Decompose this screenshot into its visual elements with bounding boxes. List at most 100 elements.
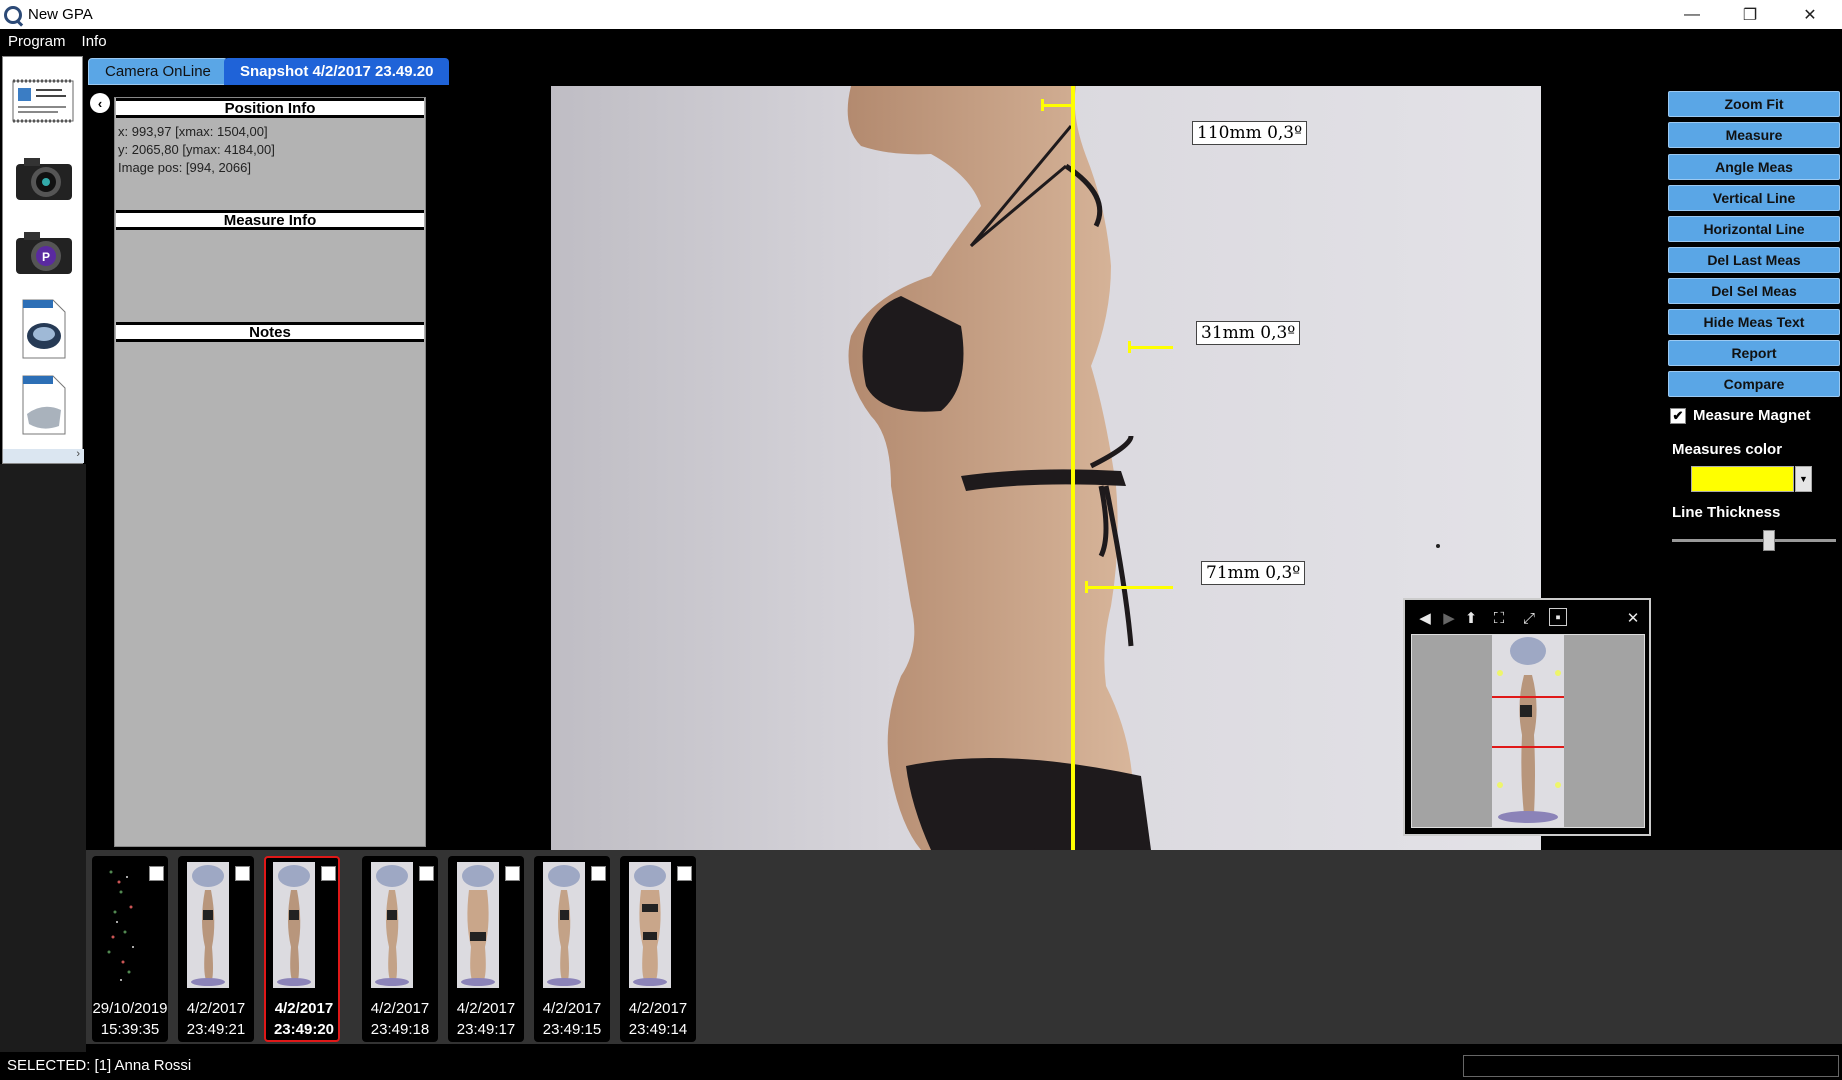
- dock-expand-strip[interactable]: ›: [3, 448, 84, 463]
- minimize-button[interactable]: —: [1663, 0, 1721, 29]
- nav-back-icon[interactable]: ◀: [1415, 608, 1435, 628]
- navigator-preview: [1492, 635, 1564, 827]
- pillow-document-icon: [22, 375, 66, 435]
- camera-p-icon: P: [16, 232, 72, 274]
- patient-card-icon: [12, 79, 74, 123]
- menu-info[interactable]: Info: [74, 33, 115, 50]
- angle-meas-button[interactable]: Angle Meas: [1668, 154, 1840, 180]
- menu-program[interactable]: Program: [0, 33, 74, 50]
- measure-button[interactable]: Measure: [1668, 122, 1840, 148]
- thumbnail-item[interactable]: 4/2/2017 23:49:15: [534, 856, 610, 1042]
- menu-bar: Program Info: [0, 29, 1842, 54]
- camera-button[interactable]: [10, 145, 76, 213]
- horizontal-line-button[interactable]: Horizontal Line: [1668, 216, 1840, 242]
- navigator-panel: ◀ ▶ ⬆ ⛶ ⤢ ▪ ✕: [1403, 598, 1651, 836]
- position-info-header: Position Info: [116, 98, 424, 118]
- scanner-document-button[interactable]: [10, 295, 76, 363]
- thumbnail-checkbox[interactable]: [149, 866, 164, 881]
- scanner-document-icon: [22, 299, 66, 359]
- notes-header: Notes: [116, 322, 424, 342]
- thumbnail-image: [187, 862, 229, 988]
- measure-magnet-checkbox[interactable]: ✔: [1670, 408, 1686, 424]
- title-bar: New GPA — ❐ ✕: [0, 0, 1842, 29]
- tab-snapshot[interactable]: Snapshot 4/2/2017 23.49.20: [224, 58, 450, 85]
- report-button[interactable]: Report: [1668, 340, 1840, 366]
- body-silhouette: [551, 86, 1541, 850]
- svg-text:P: P: [42, 250, 50, 264]
- chevron-down-icon[interactable]: ▼: [1795, 466, 1812, 492]
- snapshot-image[interactable]: 110mm 0,3º 31mm 0,3º 71mm 0,3º: [551, 86, 1541, 850]
- thumbnail-checkbox[interactable]: [505, 866, 520, 881]
- status-bar: SELECTED: [1] Anna Rossi: [0, 1052, 1842, 1080]
- position-y: y: 2065,80 [ymax: 4184,00]: [118, 142, 275, 157]
- measure-info-header: Measure Info: [116, 210, 424, 230]
- measure-line-3[interactable]: [1088, 586, 1173, 589]
- snapshot-thumbnail-bar: 29/10/2019 15:39:35 4/2/2017 23:49:21 4/…: [86, 850, 1842, 1044]
- thumbnail-time: 23:49:21: [186, 1021, 246, 1038]
- thumbnail-item[interactable]: 4/2/2017 23:49:14: [620, 856, 696, 1042]
- nav-close-icon[interactable]: ✕: [1623, 608, 1643, 628]
- info-panel: Position Info x: 993,97 [xmax: 1504,00] …: [114, 97, 426, 847]
- thumbnail-item[interactable]: 4/2/2017 23:49:17: [448, 856, 524, 1042]
- thumbnail-date: 4/2/2017: [628, 1000, 688, 1017]
- tab-camera-online[interactable]: Camera OnLine: [88, 58, 228, 85]
- position-x: x: 993,97 [xmax: 1504,00]: [118, 124, 268, 139]
- collapse-panel-button[interactable]: ‹: [90, 93, 110, 113]
- thumbnail-time: 23:49:14: [628, 1021, 688, 1038]
- measure-label-3[interactable]: 71mm 0,3º: [1201, 561, 1306, 585]
- measures-color-label: Measures color: [1672, 441, 1783, 458]
- thumbnail-checkbox[interactable]: [677, 866, 692, 881]
- measure-line-2[interactable]: [1131, 346, 1173, 349]
- notes-area[interactable]: [116, 345, 424, 845]
- thumbnail-image: [273, 862, 315, 988]
- restore-button[interactable]: ❐: [1721, 0, 1779, 29]
- vertical-reference-line[interactable]: [1071, 86, 1075, 850]
- dock-expand-arrow: ›: [76, 448, 80, 460]
- thumbnail-checkbox[interactable]: [321, 866, 336, 881]
- thumbnail-item[interactable]: 29/10/2019 15:39:35: [92, 856, 168, 1042]
- hide-meas-text-button[interactable]: Hide Meas Text: [1668, 309, 1840, 335]
- camera-p-button[interactable]: P: [10, 219, 76, 287]
- thumbnail-date: 4/2/2017: [456, 1000, 516, 1017]
- pillow-document-button[interactable]: [10, 371, 76, 439]
- left-dock: P ›: [2, 56, 84, 464]
- thumbnail-time: 23:49:17: [456, 1021, 516, 1038]
- thumbnail-date: 4/2/2017: [370, 1000, 430, 1017]
- thumbnail-checkbox[interactable]: [235, 866, 250, 881]
- thumbnail-item[interactable]: 4/2/2017 23:49:21: [178, 856, 254, 1042]
- measure-arrow-1: [1041, 99, 1049, 111]
- line-thickness-slider[interactable]: [1672, 539, 1836, 542]
- measures-color-select[interactable]: [1691, 466, 1794, 492]
- del-sel-meas-button[interactable]: Del Sel Meas: [1668, 278, 1840, 304]
- vertical-line-button[interactable]: Vertical Line: [1668, 185, 1840, 211]
- patient-card-button[interactable]: [10, 67, 76, 135]
- nav-expand-icon[interactable]: ⤢: [1519, 608, 1539, 628]
- thumbnail-image: [629, 862, 671, 988]
- compare-button[interactable]: Compare: [1668, 371, 1840, 397]
- thumbnail-image: [101, 862, 143, 988]
- measure-magnet-label: Measure Magnet: [1693, 407, 1811, 424]
- nav-stop-icon[interactable]: ▪: [1549, 608, 1567, 626]
- thumbnail-checkbox[interactable]: [591, 866, 606, 881]
- thumbnail-item[interactable]: 4/2/2017 23:49:18: [362, 856, 438, 1042]
- app-logo-icon: [4, 5, 22, 24]
- thumbnail-time: 23:49:18: [370, 1021, 430, 1038]
- thumbnail-item-selected[interactable]: 4/2/2017 23:49:20: [264, 856, 340, 1042]
- tab-bar: Camera OnLine Snapshot 4/2/2017 23.49.20: [86, 56, 1842, 86]
- measure-arrow-3: [1085, 581, 1093, 593]
- thumbnail-image: [543, 862, 585, 988]
- close-window-button[interactable]: ✕: [1781, 0, 1839, 29]
- nav-forward-icon[interactable]: ▶: [1439, 608, 1459, 628]
- line-thickness-slider-thumb[interactable]: [1763, 530, 1776, 551]
- thumbnail-image: [457, 862, 499, 988]
- measure-label-1[interactable]: 110mm 0,3º: [1192, 121, 1308, 145]
- zoom-fit-button[interactable]: Zoom Fit: [1668, 91, 1840, 117]
- nav-home-icon[interactable]: ⬆: [1461, 608, 1481, 628]
- nav-fit-icon[interactable]: ⛶: [1489, 608, 1509, 628]
- thumbnail-image: [371, 862, 413, 988]
- thumbnail-time: 23:49:15: [542, 1021, 602, 1038]
- navigator-view[interactable]: [1411, 634, 1645, 828]
- thumbnail-checkbox[interactable]: [419, 866, 434, 881]
- del-last-meas-button[interactable]: Del Last Meas: [1668, 247, 1840, 273]
- measure-label-2[interactable]: 31mm 0,3º: [1196, 321, 1301, 345]
